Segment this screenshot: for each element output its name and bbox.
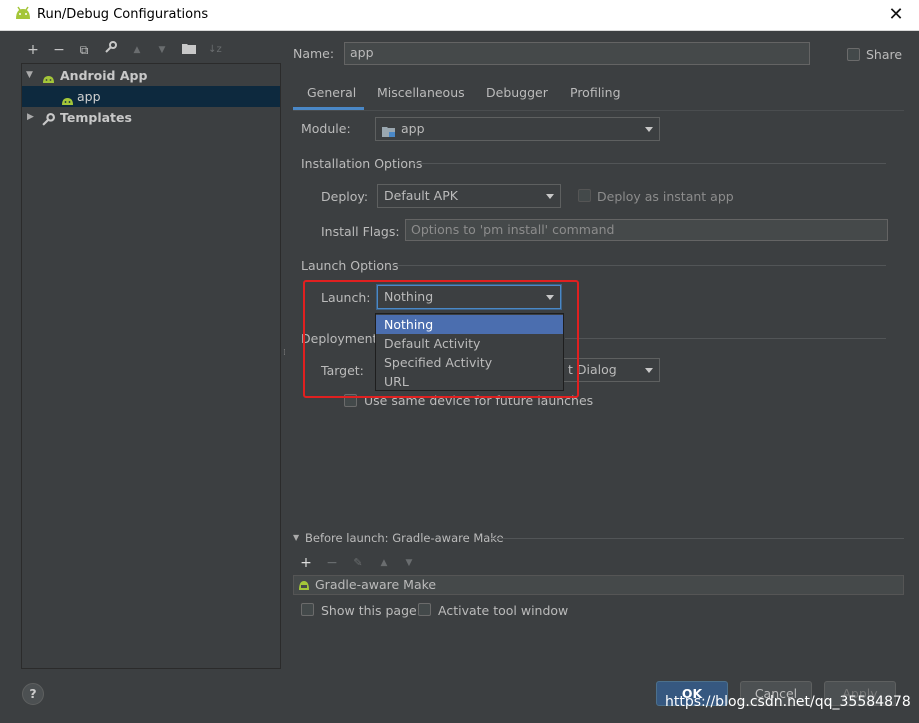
activate-window-checkbox[interactable] (418, 603, 431, 616)
remove-icon[interactable]: − (50, 41, 68, 59)
installation-options-header: Installation Options (301, 156, 423, 171)
before-launch-task-list: Gradle-aware Make (293, 575, 904, 595)
tree-item-label: Android App (60, 68, 148, 83)
task-gradle-make[interactable]: Gradle-aware Make (315, 577, 436, 592)
move-down-icon[interactable]: ▼ (153, 41, 171, 59)
gradle-android-icon (297, 578, 311, 595)
tree-item-label: app (77, 89, 101, 104)
instant-app-label: Deploy as instant app (597, 189, 734, 204)
wrench-icon[interactable] (102, 41, 120, 59)
install-flags-label: Install Flags: (321, 224, 400, 239)
chevron-down-icon (645, 127, 653, 132)
show-page-checkbox[interactable] (301, 603, 314, 616)
share-checkbox[interactable] (847, 48, 860, 61)
name-field[interactable]: app (344, 42, 810, 65)
instant-app-checkbox[interactable] (578, 189, 591, 202)
move-down-icon[interactable]: ▼ (400, 554, 418, 572)
name-label: Name: (293, 46, 335, 61)
before-launch-separator (491, 538, 904, 539)
copy-icon[interactable]: ⧉ (75, 41, 93, 59)
collapse-arrow-icon[interactable]: ▶ (27, 107, 34, 128)
folder-icon[interactable] (180, 41, 198, 59)
module-value: app (401, 121, 425, 136)
edit-task-icon[interactable]: ✎ (349, 554, 367, 572)
installation-separator (412, 163, 886, 164)
wrench-icon (42, 111, 55, 132)
launch-options-header: Launch Options (301, 258, 399, 273)
module-label: Module: (301, 121, 351, 136)
install-flags-input[interactable]: Options to 'pm install' command (405, 219, 888, 241)
show-page-label: Show this page (321, 603, 417, 618)
deploy-combo[interactable]: Default APK (377, 184, 561, 208)
tab-profiling[interactable]: Profiling (570, 85, 621, 107)
tab-debugger[interactable]: Debugger (486, 85, 548, 107)
remove-task-icon[interactable]: − (323, 554, 341, 572)
chevron-down-icon (546, 194, 554, 199)
before-launch-header: Before launch: Gradle-aware Make (305, 531, 504, 545)
close-icon[interactable]: ✕ (886, 4, 906, 26)
expand-arrow-icon[interactable]: ▼ (26, 65, 33, 86)
collapse-arrow-icon[interactable]: ▼ (293, 533, 299, 542)
tree-item-templates[interactable]: ▶ Templates (22, 107, 280, 128)
move-up-icon[interactable]: ▲ (375, 554, 393, 572)
add-icon[interactable]: + (24, 41, 42, 59)
tab-general[interactable]: General (307, 85, 356, 107)
tree-item-label: Templates (60, 110, 132, 125)
tab-miscellaneous[interactable]: Miscellaneous (377, 85, 465, 107)
add-task-icon[interactable]: + (297, 554, 315, 572)
sort-icon[interactable]: ↓z (206, 41, 224, 59)
deploy-label: Deploy: (321, 189, 369, 204)
highlight-annotation-box (303, 280, 579, 398)
move-up-icon[interactable]: ▲ (128, 41, 146, 59)
help-button[interactable]: ? (22, 683, 44, 705)
splitter-handle[interactable]: ⁞ (283, 348, 286, 358)
module-folder-icon (382, 123, 396, 145)
launch-separator (393, 265, 886, 266)
title-bar: Run/Debug Configurations ✕ (0, 0, 919, 31)
share-label: Share (866, 47, 903, 62)
deployment-separator (565, 338, 886, 339)
window-title: Run/Debug Configurations (37, 7, 209, 22)
module-combo[interactable]: app (375, 117, 660, 141)
tree-item-app[interactable]: app (22, 86, 280, 107)
watermark-text: https://blog.csdn.net/qq_35584878 (665, 694, 911, 710)
tabs-divider (293, 110, 904, 111)
chevron-down-icon (645, 368, 653, 373)
tree-item-android-app[interactable]: ▼ Android App (22, 65, 280, 86)
android-icon (14, 6, 32, 23)
config-toolbar: + − ⧉ ▲ ▼ ↓z (22, 41, 280, 61)
config-tree: ▼ Android App app ▶ Templates (21, 63, 281, 669)
activate-window-label: Activate tool window (438, 603, 569, 618)
deploy-value: Default APK (384, 188, 458, 203)
